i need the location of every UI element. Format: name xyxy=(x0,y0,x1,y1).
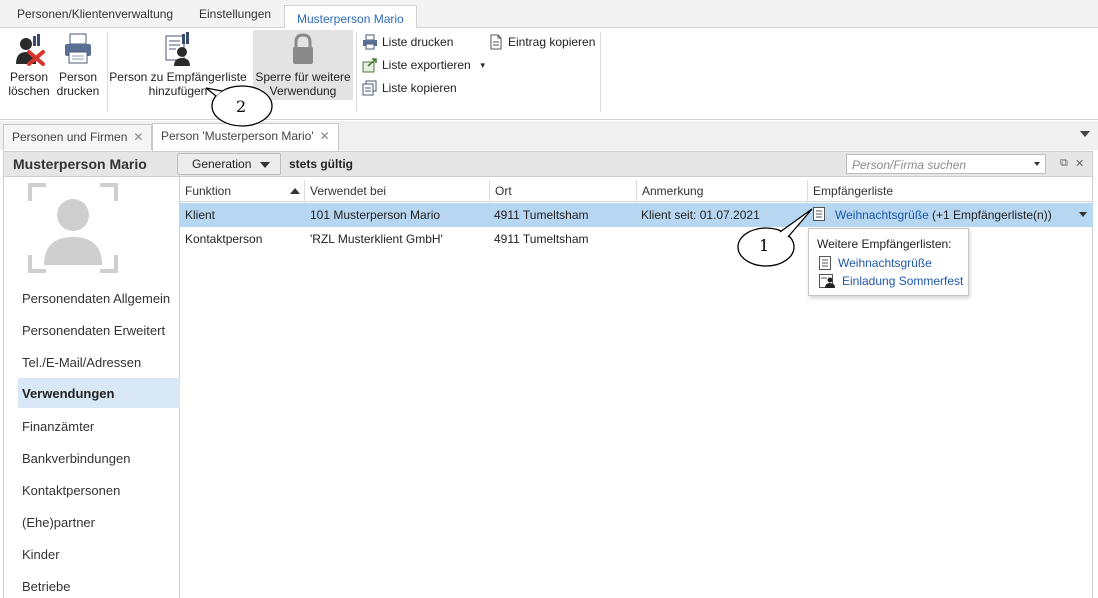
export-list-label: Liste exportieren xyxy=(382,58,471,72)
callout-1-bubble xyxy=(737,208,813,267)
ribbon-tab-bar: Personen/Klientenverwaltung Einstellunge… xyxy=(0,0,1098,29)
print-list-icon xyxy=(363,34,377,50)
nav-item-personendaten-erweitert[interactable]: Personendaten Erweitert xyxy=(18,315,180,345)
nav-item-tel-email-adressen[interactable]: Tel./E-Mail/Adressen xyxy=(18,347,180,377)
copy-list-label: Liste kopieren xyxy=(382,81,457,95)
nav-item-verwendungen[interactable]: Verwendungen xyxy=(18,378,180,408)
add-to-list-icon xyxy=(165,32,190,66)
ribbon: Person löschen Person drucken Person zu … xyxy=(0,28,1098,120)
column-header-verwendet-bei[interactable]: Verwendet bei xyxy=(304,180,489,202)
printer-icon xyxy=(65,33,91,64)
cell-ort: 4911 Tumeltsham xyxy=(494,208,589,222)
cell-verwendet-bei: 101 Musterperson Mario xyxy=(310,208,441,222)
nav-item-ehepartner[interactable]: (Ehe)partner xyxy=(18,507,180,537)
column-header-ort[interactable]: Ort xyxy=(489,180,636,202)
popup-item-weihnachtsgruesse[interactable]: Weihnachtsgrüße xyxy=(819,256,932,270)
nav-item-bankverbindungen[interactable]: Bankverbindungen xyxy=(18,443,180,473)
callout-number: 1 xyxy=(759,236,770,255)
column-label: Funktion xyxy=(185,184,232,198)
delete-person-icon xyxy=(16,34,45,66)
chevron-down-icon xyxy=(260,162,270,168)
chevron-down-icon xyxy=(1034,162,1040,166)
export-list-icon xyxy=(362,58,377,73)
sort-ascending-icon xyxy=(290,188,300,194)
generation-dropdown[interactable]: Generation xyxy=(177,153,281,175)
person-search-input[interactable]: Person/Firma suchen xyxy=(846,154,1046,174)
close-icon[interactable]: ✕ xyxy=(320,129,330,143)
tab-einstellungen[interactable]: Einstellungen xyxy=(199,7,271,21)
delete-person-button[interactable]: Person löschen xyxy=(6,30,52,102)
column-header-empfaengerliste[interactable]: Empfängerliste xyxy=(807,180,1093,202)
copy-entry-label: Eintrag kopieren xyxy=(508,35,596,49)
cell-funktion: Klient xyxy=(185,208,216,222)
cell-funktion: Kontaktperson xyxy=(185,232,263,246)
table-header: Funktion Verwendet bei Ort Anmerkung Emp… xyxy=(180,180,1093,202)
table-row[interactable]: Klient 101 Musterperson Mario 4911 Tumel… xyxy=(180,203,1093,227)
avatar-placeholder-icon xyxy=(28,183,118,273)
doc-tab-label: Personen und Firmen xyxy=(12,130,128,144)
print-list-label: Liste drucken xyxy=(382,35,454,49)
popup-heading: Weitere Empfängerlisten: xyxy=(817,237,952,251)
close-icon[interactable]: ✕ xyxy=(133,130,143,144)
column-header-funktion[interactable]: Funktion xyxy=(180,180,304,202)
print-person-label-2: drucken xyxy=(56,84,100,98)
tab-musterperson-mario[interactable]: Musterperson Mario xyxy=(284,5,417,29)
page-title: Musterperson Mario xyxy=(13,156,147,172)
ribbon-separator xyxy=(356,32,357,112)
callout-number: 2 xyxy=(236,97,247,116)
ribbon-separator xyxy=(107,32,108,112)
close-icon[interactable]: ✕ xyxy=(1075,157,1084,170)
lock-icon xyxy=(293,33,313,64)
recipient-lists-popup: Weitere Empfängerlisten: Weihnachtsgrüße… xyxy=(808,228,969,296)
tab-personen-klientenverwaltung[interactable]: Personen/Klientenverwaltung xyxy=(17,7,173,21)
chevron-down-icon[interactable] xyxy=(1079,212,1087,217)
nav-item-kinder[interactable]: Kinder xyxy=(18,539,180,569)
recipient-list-extra: (+1 Empfängerliste(n)) xyxy=(932,208,1052,222)
ribbon-separator xyxy=(600,32,601,112)
nav-item-personendaten-allgemein[interactable]: Personendaten Allgemein xyxy=(18,283,180,313)
copy-entry-icon xyxy=(490,34,502,50)
nav-item-finanzaemter[interactable]: Finanzämter xyxy=(18,411,180,441)
copy-list-icon xyxy=(362,80,377,96)
nav-item-betriebe[interactable]: Betriebe xyxy=(18,571,180,598)
export-list-button[interactable]: Liste exportieren ▼ xyxy=(362,55,487,75)
nav-item-kontaktpersonen[interactable]: Kontaktpersonen xyxy=(18,475,180,505)
copy-list-button[interactable]: Liste kopieren xyxy=(362,78,457,98)
left-navigation: Personendaten Allgemein Personendaten Er… xyxy=(3,177,180,598)
recipient-list-link[interactable]: Weihnachtsgrüße xyxy=(835,208,929,222)
person-header-bar: Musterperson Mario Generation stets gült… xyxy=(3,151,1093,177)
cell-ort: 4911 Tumeltsham xyxy=(494,232,589,246)
search-placeholder: Person/Firma suchen xyxy=(852,158,967,172)
popup-item-label: Einladung Sommerfest xyxy=(842,274,964,288)
delete-person-label-1: Person xyxy=(9,70,49,84)
validity-label: stets gültig xyxy=(289,157,354,171)
document-tab-bar: Personen und Firmen ✕ Person 'Musterperso… xyxy=(0,121,1098,151)
generation-label: Generation xyxy=(192,157,252,171)
chevron-down-icon: ▼ xyxy=(478,60,487,70)
popup-item-label: Weihnachtsgrüße xyxy=(838,256,932,270)
delete-person-label-2: löschen xyxy=(8,84,50,98)
add-to-list-label-2: hinzufügen xyxy=(148,84,208,98)
print-list-button[interactable]: Liste drucken xyxy=(362,32,453,52)
popout-icon[interactable]: ⧉ xyxy=(1060,157,1068,170)
print-person-button[interactable]: Person drucken xyxy=(55,30,101,102)
tab-overflow-icon[interactable] xyxy=(1080,131,1090,137)
list-person-icon xyxy=(819,274,835,288)
doc-tab-personen-und-firmen[interactable]: Personen und Firmen ✕ xyxy=(3,124,153,150)
cell-verwendet-bei: 'RZL Musterklient GmbH' xyxy=(310,232,443,246)
popup-item-einladung-sommerfest[interactable]: Einladung Sommerfest xyxy=(819,274,963,288)
print-person-label-1: Person xyxy=(58,70,98,84)
copy-entry-button[interactable]: Eintrag kopieren xyxy=(488,32,595,52)
